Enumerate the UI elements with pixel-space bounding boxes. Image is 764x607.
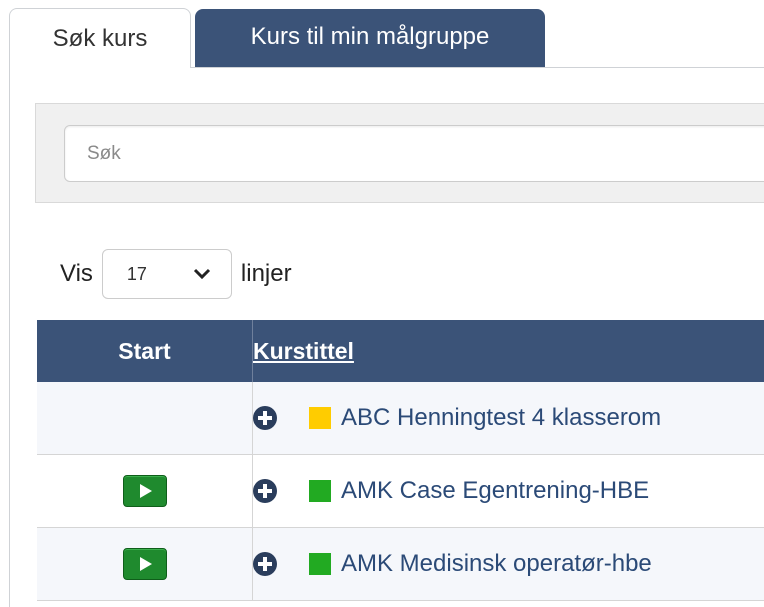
play-button[interactable] bbox=[123, 475, 167, 507]
length-suffix: linjer bbox=[241, 260, 292, 288]
table-row: AMK Case Egentrening-HBE bbox=[37, 455, 764, 528]
title-cell: ABC Henningtest 4 klasserom bbox=[253, 382, 764, 455]
start-cell bbox=[37, 455, 253, 528]
table-header-row: Start Kurstittel bbox=[37, 320, 764, 382]
tab-bar: Søk kurs Kurs til min målgruppe bbox=[0, 0, 764, 68]
chevron-down-icon bbox=[193, 268, 211, 280]
search-input[interactable] bbox=[64, 125, 764, 182]
title-cell: AMK Case Egentrening-HBE bbox=[253, 455, 764, 528]
column-header-start[interactable]: Start bbox=[37, 320, 253, 382]
play-button[interactable] bbox=[123, 548, 167, 580]
column-header-kurstittel-label: Kurstittel bbox=[253, 338, 354, 364]
table-row: AMK Medisinsk operatør-hbe bbox=[37, 528, 764, 601]
length-prefix: Vis bbox=[60, 260, 93, 288]
tab-kurs-til-min-malgruppe[interactable]: Kurs til min målgruppe bbox=[195, 9, 545, 67]
course-title-link[interactable]: AMK Case Egentrening-HBE bbox=[341, 477, 649, 505]
start-cell bbox=[37, 382, 253, 455]
table-row: ABC Henningtest 4 klasserom bbox=[37, 382, 764, 455]
course-table: Start Kurstittel ABC Henningtest 4 klass… bbox=[37, 320, 764, 601]
rows-per-page-value: 17 bbox=[127, 264, 147, 285]
tab-sok-kurs[interactable]: Søk kurs bbox=[9, 8, 191, 68]
length-menu: Vis 17 linjer bbox=[60, 248, 292, 300]
status-square bbox=[309, 480, 331, 502]
start-cell bbox=[37, 528, 253, 601]
plus-circle-icon[interactable] bbox=[253, 479, 277, 503]
status-square bbox=[309, 407, 331, 429]
rows-per-page-select[interactable]: 17 bbox=[102, 249, 232, 299]
status-square bbox=[309, 553, 331, 575]
plus-circle-icon[interactable] bbox=[253, 552, 277, 576]
column-header-kurstittel[interactable]: Kurstittel bbox=[253, 320, 764, 382]
plus-circle-icon[interactable] bbox=[253, 406, 277, 430]
title-cell: AMK Medisinsk operatør-hbe bbox=[253, 528, 764, 601]
course-title-link[interactable]: AMK Medisinsk operatør-hbe bbox=[341, 550, 652, 578]
course-title-link[interactable]: ABC Henningtest 4 klasserom bbox=[341, 404, 661, 432]
